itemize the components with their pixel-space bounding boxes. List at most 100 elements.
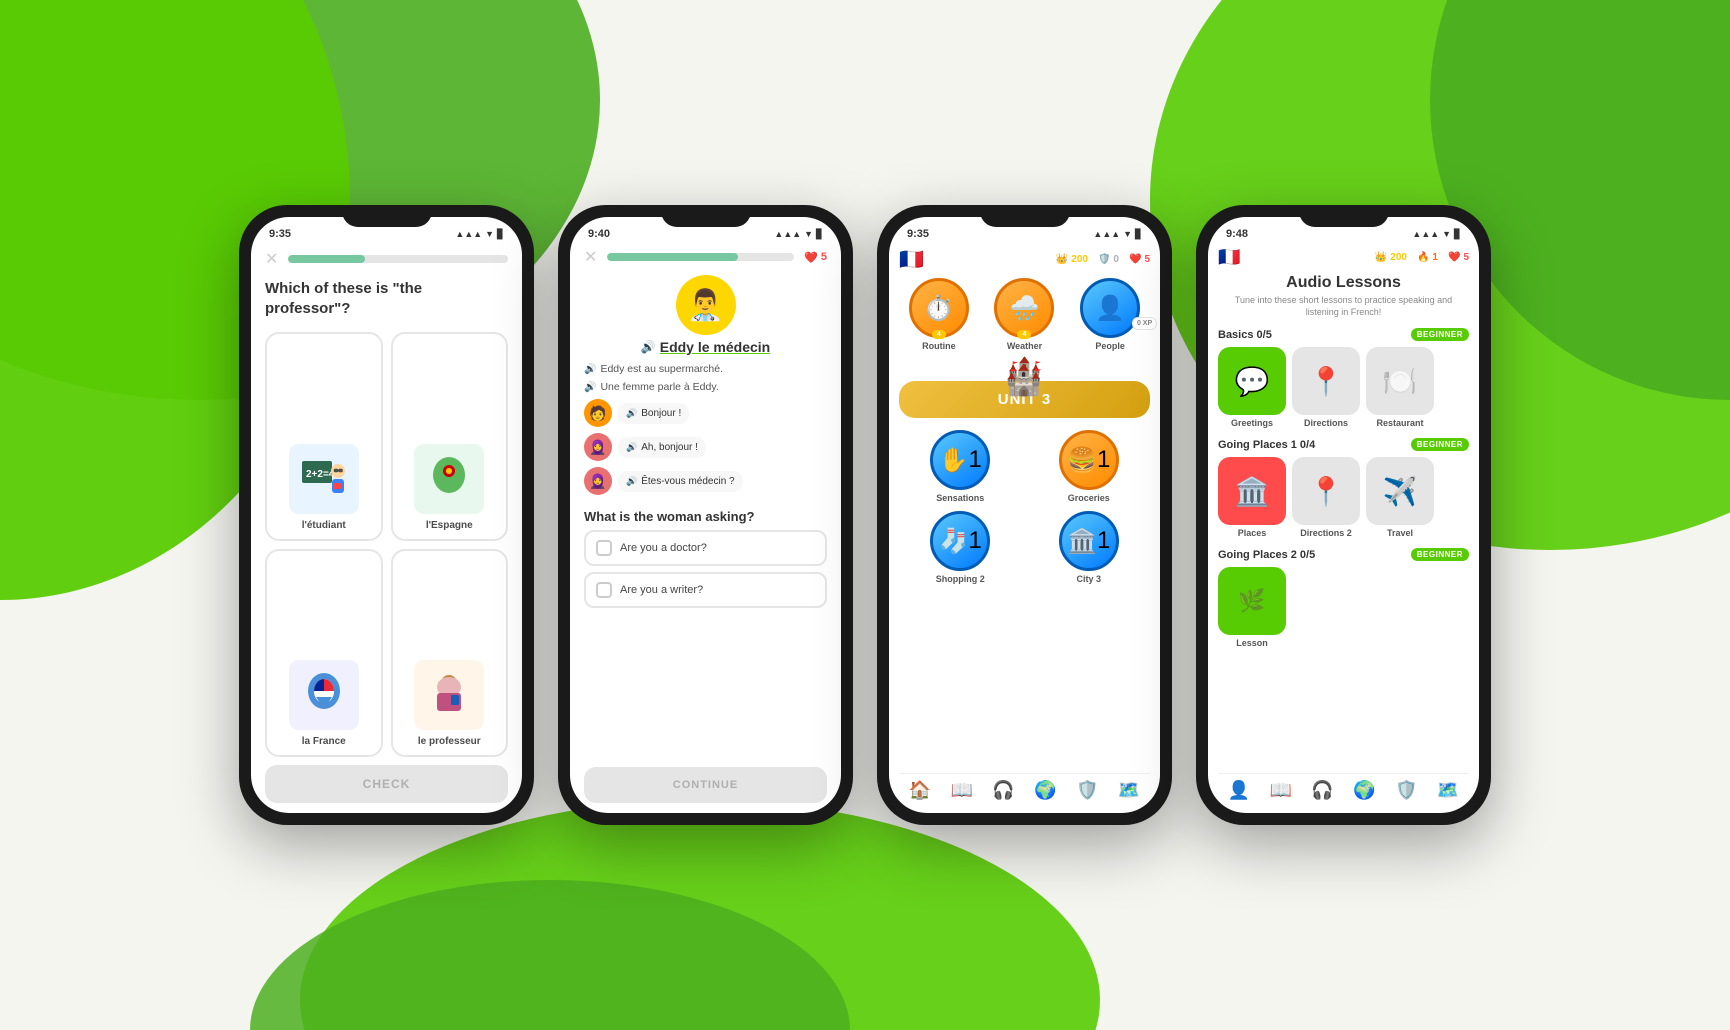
lesson-shopping-orb: 🧦 1 (930, 511, 990, 571)
lesson-sensations-orb: ✋ 1 (930, 430, 990, 490)
answer-choice-1[interactable]: Are you a doctor? (584, 530, 827, 566)
dialogue-bubble-3: 🔊 Êtes-vous médecin ? (618, 471, 743, 492)
nav-globe-4[interactable]: 🌍 (1353, 780, 1375, 801)
nav-map[interactable]: 🗺️ (1118, 780, 1140, 801)
card-restaurant[interactable]: 🍽️ Restaurant (1366, 347, 1434, 428)
choice-professor-img (414, 660, 484, 730)
audio-title: Audio Lessons (1218, 274, 1469, 292)
lesson-weather[interactable]: 🌧️ 4 Weather (985, 278, 1065, 351)
check-button[interactable]: CHECK (265, 765, 508, 803)
speaker-icon-d3: 🔊 (626, 476, 637, 487)
unit-banner: UNIT 3 (899, 381, 1150, 418)
answer-choice-2[interactable]: Are you a writer? (584, 572, 827, 608)
lessons-row-3: 🧦 1 Shopping 2 🏛️ 1 City 3 (899, 511, 1150, 584)
battery-icon: ▊ (1454, 229, 1461, 240)
card-gp2-img: 🌿 (1218, 567, 1286, 635)
nav-book-4[interactable]: 📖 (1270, 780, 1292, 801)
choice-france-img (289, 660, 359, 730)
phone-2-status-icons: ▲▲▲ ▼ ▊ (774, 229, 823, 240)
card-travel[interactable]: ✈️ Travel (1366, 457, 1434, 538)
lesson-routine[interactable]: ⏱️ 4 Routine (899, 278, 979, 351)
heart-value-4: 5 (1463, 252, 1469, 263)
card-gp2-lesson[interactable]: 🌿 Lesson (1218, 567, 1286, 648)
progress-bar-2 (607, 253, 794, 261)
nav-globe[interactable]: 🌍 (1034, 780, 1056, 801)
nav-profile-4[interactable]: 👤 (1228, 780, 1250, 801)
section-gp1-header: Going Places 1 0/4 BEGINNER (1218, 438, 1469, 451)
story-line-1: 🔊 Eddy est au supermarché. (584, 363, 827, 375)
shield-value: 0 (1113, 254, 1119, 265)
crown-value: 200 (1071, 254, 1088, 265)
card-directions[interactable]: 📍 Directions (1292, 347, 1360, 428)
lesson-city[interactable]: 🏛️ 1 City 3 (1028, 511, 1151, 584)
lesson-people[interactable]: 👤 0 XP People (1070, 278, 1150, 351)
nav-book[interactable]: 📖 (951, 780, 973, 801)
phone-4-time: 9:48 (1226, 228, 1248, 240)
student-svg: 2+2=4 (294, 449, 354, 509)
lesson-city-orb: 🏛️ 1 (1059, 511, 1119, 571)
close-icon[interactable]: ✕ (265, 249, 278, 269)
lesson-people-orb: 👤 0 XP (1080, 278, 1140, 338)
phone-3-notch (980, 205, 1070, 227)
section-gp1-cards: 🏛️ Places 📍 Directions 2 ✈️ Travel (1218, 457, 1469, 538)
lesson-routine-label: Routine (922, 341, 956, 351)
spain-svg (419, 449, 479, 509)
nav-shield[interactable]: 🛡️ (1076, 780, 1098, 801)
nav-shield-4[interactable]: 🛡️ (1395, 780, 1417, 801)
section-basics-badge: BEGINNER (1411, 328, 1469, 341)
choice-france[interactable]: la France (265, 549, 383, 758)
continue-button[interactable]: CONTINUE (584, 767, 827, 803)
nav-headphones[interactable]: 🎧 (992, 780, 1014, 801)
heart-stat-4: ❤️ 5 (1448, 252, 1469, 263)
phone-4-status-icons: ▲▲▲ ▼ ▊ (1412, 229, 1461, 240)
signal-icon: ▲▲▲ (774, 229, 801, 239)
dialogue-text-1: Bonjour ! (641, 408, 681, 419)
speaker-icon-d2: 🔊 (626, 442, 637, 453)
section-basics-title: Basics 0/5 (1218, 329, 1272, 341)
close-icon-2[interactable]: ✕ (584, 247, 597, 267)
lesson-sensations[interactable]: ✋ 1 Sensations (899, 430, 1022, 503)
char-name: Eddy le médecin (660, 339, 770, 355)
phone-2-content: ✕ ❤️ 5 👨‍⚕️ 🔊 Eddy le médecin (570, 245, 841, 813)
heart-icon-4: ❤️ (1448, 252, 1460, 263)
lesson-routine-orb: ⏱️ 4 (909, 278, 969, 338)
lesson-shopping[interactable]: 🧦 1 Shopping 2 (899, 511, 1022, 584)
lesson-groceries[interactable]: 🍔 1 Groceries (1028, 430, 1151, 503)
answer-checkbox-2[interactable] (596, 582, 612, 598)
phone-1-top-bar: ✕ (265, 249, 508, 269)
professor-svg (419, 665, 479, 725)
card-gp2-label: Lesson (1236, 638, 1268, 648)
card-directions2-img: 📍 (1292, 457, 1360, 525)
phone-4-bottom-nav: 👤 📖 🎧 🌍 🛡️ 🗺️ (1218, 773, 1469, 805)
phones-container: 9:35 ▲▲▲ ▼ ▊ ✕ Which of these is "the pr… (0, 0, 1730, 1030)
card-travel-img: ✈️ (1366, 457, 1434, 525)
section-gp2-badge: BEGINNER (1411, 548, 1469, 561)
signal-icon: ▲▲▲ (1093, 229, 1120, 239)
choice-spain-img (414, 444, 484, 514)
choice-student[interactable]: 2+2=4 l (265, 332, 383, 541)
story-text-2: Une femme parle à Eddy. (600, 381, 718, 393)
nav-home[interactable]: 🏠 (909, 780, 931, 801)
wifi-icon: ▼ (1442, 229, 1451, 239)
signal-icon: ▲▲▲ (455, 229, 482, 239)
crown-stat-4: 👑 200 (1375, 252, 1407, 263)
answer-text-2: Are you a writer? (620, 584, 703, 596)
card-places[interactable]: 🏛️ Places (1218, 457, 1286, 538)
card-greetings[interactable]: 💬 Greetings (1218, 347, 1286, 428)
groceries-badge: 1 (1097, 446, 1110, 474)
stats-group: 👑 200 🛡️ 0 ❤️ 5 (1056, 254, 1150, 265)
battery-icon: ▊ (497, 229, 504, 240)
choice-professor-label: le professeur (418, 736, 481, 747)
card-directions2[interactable]: 📍 Directions 2 (1292, 457, 1360, 538)
city-badge: 1 (1097, 527, 1110, 555)
choice-france-label: la France (302, 736, 346, 747)
answer-checkbox-1[interactable] (596, 540, 612, 556)
choice-professor[interactable]: le professeur (391, 549, 509, 758)
nav-headphones-4[interactable]: 🎧 (1311, 780, 1333, 801)
phone-2-notch (661, 205, 751, 227)
phone-3: 9:35 ▲▲▲ ▼ ▊ 🇫🇷 👑 200 (877, 205, 1172, 825)
audio-subtitle: Tune into these short lessons to practic… (1218, 295, 1469, 318)
choice-spain[interactable]: l'Espagne (391, 332, 509, 541)
nav-map-4[interactable]: 🗺️ (1437, 780, 1459, 801)
phone-1-content: ✕ Which of these is "the professor"? (251, 245, 522, 813)
